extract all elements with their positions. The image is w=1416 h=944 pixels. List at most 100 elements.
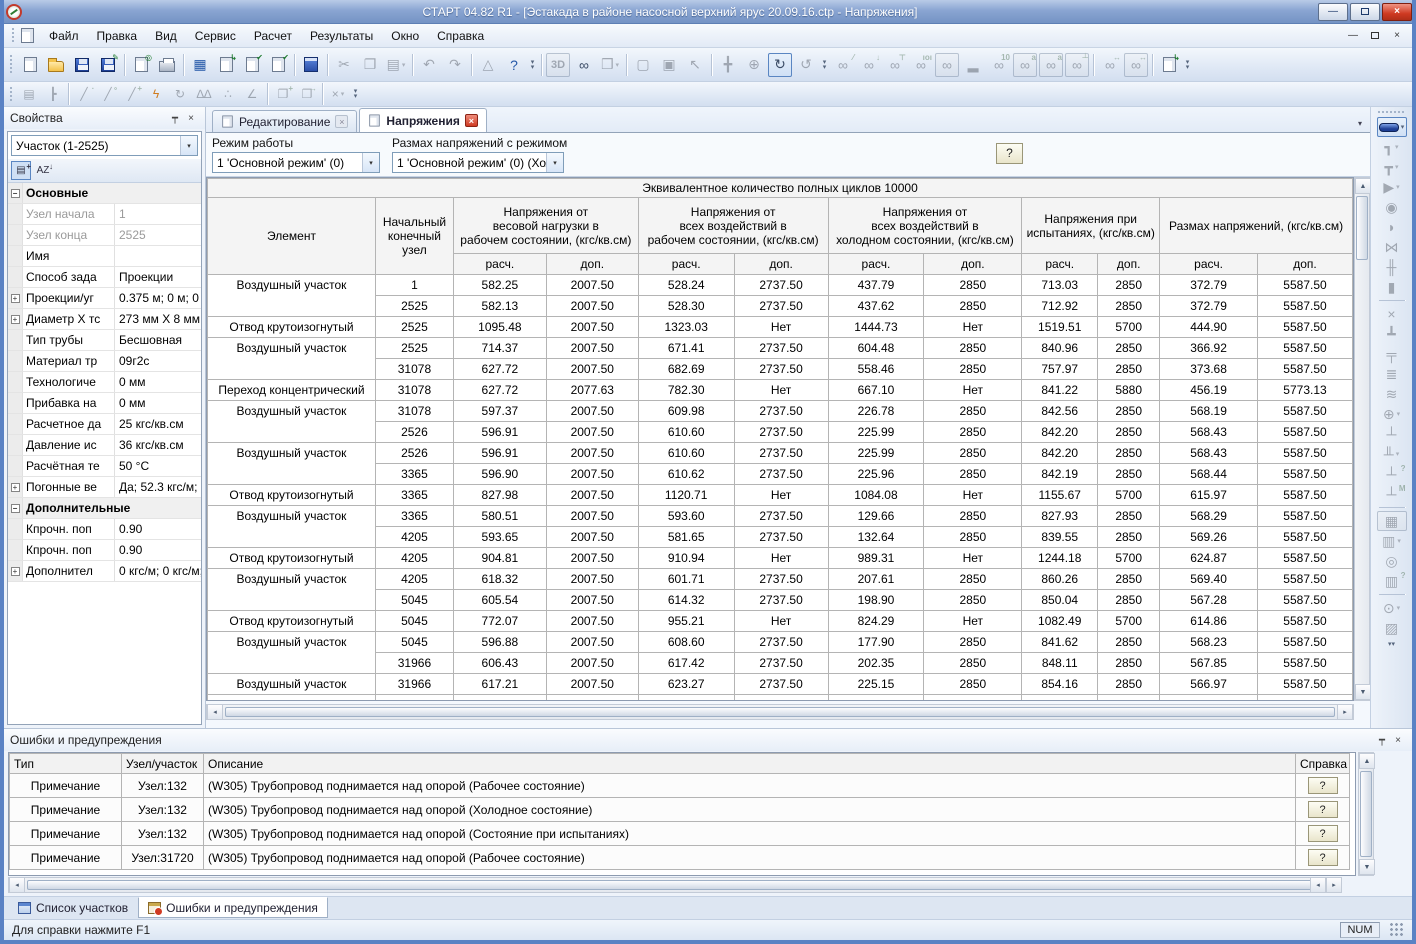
scheme-tree-icon[interactable]: ┣ [42,84,64,104]
paste-fragment-icon[interactable]: ❐→ [296,84,318,104]
error-help-button[interactable]: ? [1308,825,1338,842]
pin-icon[interactable]: ┯ [167,111,183,126]
toolbar-overflow-icon[interactable]: ▾▾ [1182,53,1193,77]
error-help-button[interactable]: ? [1308,849,1338,866]
property-row[interactable]: Расчётная те50 °C [8,456,201,477]
table-row[interactable]: 31078627.722007.50682.692737.50558.46285… [208,359,1353,380]
property-row[interactable]: Узел начала1 [8,204,201,225]
property-row[interactable]: Кпрочн. поп0.90 [8,519,201,540]
table-row[interactable]: Воздушный участок2525714.372007.50671.41… [208,338,1353,359]
calculator-icon[interactable] [299,53,323,77]
structure-icon[interactable]: △ [476,53,500,77]
check-document-icon[interactable]: ✔ [240,53,264,77]
delete-node-icon[interactable]: × [1377,304,1407,324]
angle-icon[interactable]: ∠ [241,84,263,104]
show-supports-icon[interactable]: ∞┴ [1065,53,1089,77]
table-row[interactable]: 2525582.132007.50528.302737.50437.622850… [208,296,1353,317]
expand-icon[interactable]: + [11,483,20,492]
bellows-double-icon[interactable]: ◎ [1377,551,1407,571]
pipe-icon[interactable]: ▾ [1377,117,1407,137]
insert-node-icon[interactable]: ╱∙ [73,84,95,104]
mirror-fragment-icon[interactable]: ∆∆ [193,84,215,104]
magnet-icon[interactable]: ϟ [145,84,167,104]
show-model-icon[interactable]: ∞ [935,53,959,77]
reducer-icon[interactable]: ▶▾ [1377,177,1407,197]
save-icon[interactable] [70,53,94,77]
property-row[interactable]: Узел конца2525 [8,225,201,246]
property-row[interactable]: Имя [8,246,201,267]
restore-button[interactable] [1350,3,1380,21]
expand-icon[interactable]: + [11,567,20,576]
resize-grip[interactable] [1390,923,1404,937]
expand-icon[interactable]: + [11,315,20,324]
scrollbar-thumb[interactable] [225,707,1335,717]
table-row[interactable]: Отвод крутоизогнутый3365827.982007.50112… [208,485,1353,506]
table-row[interactable]: Воздушный участок4205618.322007.50601.71… [208,569,1353,590]
chevron-down-icon[interactable]: ▾ [180,136,197,155]
show-a-icon[interactable]: ∞a [1013,53,1037,77]
menu-item-6[interactable]: Окно [382,26,428,46]
property-section-row[interactable]: −Дополнительные [8,498,201,519]
property-row[interactable]: Технологиче0 мм [8,372,201,393]
errors-vertical-scrollbar[interactable]: ▲ ▼ [1358,752,1374,876]
scroll-left-icon[interactable]: ◂ [207,704,223,720]
select-cursor-icon[interactable]: ↖ [683,53,707,77]
bellows-icon[interactable]: ▥▾ [1377,531,1407,551]
zoom-window-icon[interactable]: ▢ [631,53,655,77]
spring-icon[interactable]: ≋ [1377,384,1407,404]
table-row[interactable]: 31966606.432007.50617.422737.50202.35285… [208,653,1353,674]
chevron-down-icon[interactable]: ▾ [546,153,563,172]
tab-editing[interactable]: Редактирование× [212,110,357,132]
errors-row[interactable]: ПримечаниеУзел:31720(W305) Трубопровод п… [10,846,1350,870]
table-row[interactable]: 5045605.542007.50614.322737.50198.902850… [208,590,1353,611]
support-flat-icon[interactable]: ┴ [1377,424,1407,444]
tab-stresses[interactable]: Напряжения× [359,108,486,132]
split-node-icon[interactable]: ╱+ [121,84,143,104]
property-section-row[interactable]: −Основные [8,183,201,204]
toolbar-overflow-icon[interactable]: ▾▾ [527,53,538,77]
vertical-scrollbar[interactable]: ▲ ▼ [1354,177,1370,701]
property-row[interactable]: Давление ис36 кгс/кв.см [8,435,201,456]
scrollbar-thumb[interactable] [1360,771,1372,857]
renumber-nodes-icon[interactable]: ∴ [217,84,239,104]
close-button[interactable]: × [1382,3,1412,21]
categorized-view-button[interactable]: ▤+ [11,161,31,180]
errors-row[interactable]: ПримечаниеУзел:132(W305) Трубопровод под… [10,774,1350,798]
export-scheme-icon[interactable]: ↳ [214,53,238,77]
rotate-fragment-icon[interactable]: ↻ [169,84,191,104]
pane-scroll-right-icon[interactable]: ▸ [1326,877,1342,893]
element-properties-icon[interactable]: ▤ [18,84,40,104]
menu-item-2[interactable]: Вид [146,26,186,46]
view-3d-button[interactable]: 3D [546,53,570,77]
toolbar-overflow-icon[interactable]: ▾▾ [819,53,830,77]
mdi-restore-button[interactable] [1364,28,1386,44]
table-row[interactable]: Отвод крутоизогнутый5045772.072007.50955… [208,611,1353,632]
menu-item-3[interactable]: Сервис [186,26,245,46]
property-row[interactable]: +Проекции/уг0.375 м; 0 м; 0 м [8,288,201,309]
save-as-icon[interactable]: ✎ [96,53,120,77]
bottom-tab-sections-list[interactable]: Список участков [8,897,138,918]
tablist-dropdown-icon[interactable]: ▾ [1352,114,1368,132]
print-icon[interactable] [155,53,179,77]
object-selector-combobox[interactable]: Участок (1-2525) ▾ [11,135,198,156]
close-panel-icon[interactable]: × [183,111,199,126]
show-ioi-icon[interactable]: ∞ıoı [909,53,933,77]
range-combobox[interactable]: 1 'Основной режим' (0) (Холод ▾ [392,152,564,173]
errors-row[interactable]: ПримечаниеУзел:132(W305) Трубопровод под… [10,798,1350,822]
menu-item-0[interactable]: Файл [40,26,88,46]
cut-icon[interactable]: ✂ [332,53,356,77]
pan-icon[interactable]: ╋ [716,53,740,77]
cap-icon[interactable]: ◗ [1377,217,1407,237]
support-m-icon[interactable]: ┴M [1377,484,1407,504]
bottom-tab-errors[interactable]: Ошибки и предупреждения [138,897,328,918]
collapse-icon[interactable]: − [11,189,20,198]
table-row[interactable]: 2526596.912007.50610.602737.50225.992850… [208,422,1353,443]
collapse-icon[interactable]: − [11,504,20,513]
close-panel-icon[interactable]: × [1390,733,1406,748]
property-row[interactable]: +Диаметр X тс273 мм X 8 мм [8,309,201,330]
show-loads-icon[interactable]: ∞⁄ [831,53,855,77]
scroll-up-icon[interactable]: ▲ [1355,178,1370,194]
error-help-button[interactable]: ? [1308,801,1338,818]
print-preview-icon[interactable]: ◎ [129,53,153,77]
mdi-close-button[interactable]: × [1386,28,1408,44]
